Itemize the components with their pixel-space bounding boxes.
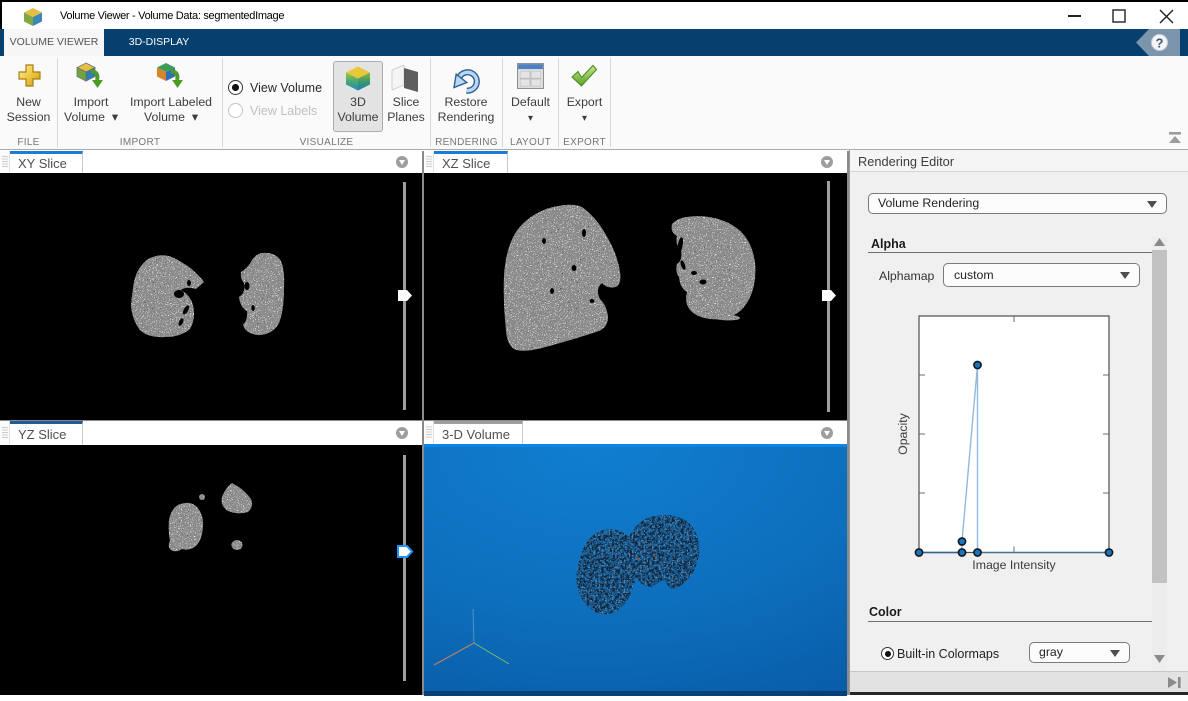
- svg-text:Image Intensity: Image Intensity: [972, 558, 1056, 572]
- svg-text:?: ?: [1156, 35, 1164, 50]
- svg-text:Opacity: Opacity: [896, 412, 910, 455]
